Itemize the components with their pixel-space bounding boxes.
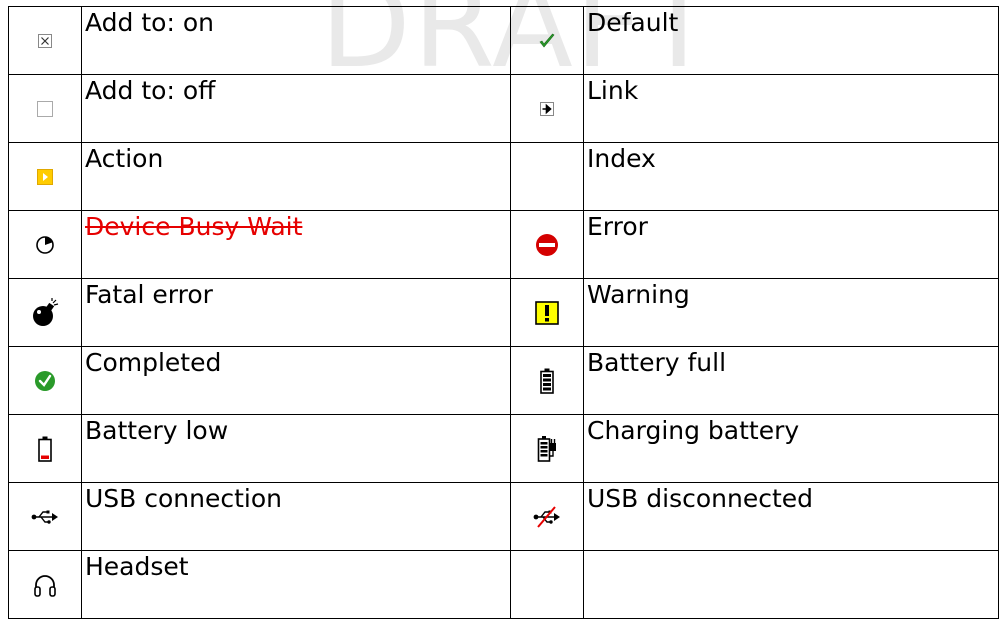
legend-label: Completed bbox=[81, 346, 511, 415]
completed-check-circle-icon bbox=[35, 370, 55, 391]
icon-cell bbox=[8, 550, 82, 619]
legend-label: Fatal error bbox=[81, 278, 511, 347]
error-no-entry-icon bbox=[536, 233, 558, 256]
table-row: Fatal error Warning bbox=[8, 278, 999, 347]
legend-label: Headset bbox=[81, 550, 511, 619]
legend-label: Charging battery bbox=[583, 414, 999, 483]
table-row: Action Index bbox=[8, 142, 999, 211]
legend-label: Warning bbox=[583, 278, 999, 347]
legend-label: Link bbox=[583, 74, 999, 143]
icon-cell bbox=[510, 278, 584, 347]
legend-label: Add to: on bbox=[81, 6, 511, 75]
warning-exclamation-icon bbox=[535, 300, 559, 325]
battery-full-icon bbox=[540, 368, 554, 394]
icon-cell bbox=[510, 210, 584, 279]
legend-label: Add to: off bbox=[81, 74, 511, 143]
bomb-icon bbox=[33, 297, 59, 326]
legend-label: Default bbox=[583, 6, 999, 75]
legend-label: USB disconnected bbox=[583, 482, 999, 551]
checkbox-checked-icon bbox=[38, 33, 52, 48]
icon-cell bbox=[8, 346, 82, 415]
icon-cell bbox=[510, 346, 584, 415]
icon-cell-empty bbox=[510, 550, 584, 619]
headset-icon bbox=[34, 574, 56, 597]
table-row: Add to: on Default bbox=[8, 6, 999, 75]
icon-legend-table: Add to: on Default Add to: off Link Acti… bbox=[8, 6, 999, 619]
table-row: Headset bbox=[8, 550, 999, 619]
icon-cell bbox=[8, 414, 82, 483]
green-check-icon bbox=[539, 33, 555, 47]
icon-cell bbox=[510, 74, 584, 143]
checkbox-empty-icon bbox=[37, 100, 53, 117]
legend-label: Error bbox=[583, 210, 999, 279]
icon-cell bbox=[510, 6, 584, 75]
icon-cell bbox=[8, 278, 82, 347]
link-arrow-icon bbox=[540, 101, 554, 116]
legend-label: Action bbox=[81, 142, 511, 211]
icon-cell bbox=[8, 74, 82, 143]
icon-cell bbox=[510, 482, 584, 551]
legend-label: Battery full bbox=[583, 346, 999, 415]
table-row: Completed Battery full bbox=[8, 346, 999, 415]
icon-cell bbox=[8, 142, 82, 211]
action-arrow-icon bbox=[37, 168, 53, 185]
usb-disconnected-icon bbox=[533, 505, 560, 528]
clock-wait-icon bbox=[36, 235, 54, 254]
charging-battery-icon bbox=[537, 435, 556, 462]
table-row: USB connection USB disconnected bbox=[8, 482, 999, 551]
table-row: Device Busy Wait Error bbox=[8, 210, 999, 279]
table-row: Battery low Charging battery bbox=[8, 414, 999, 483]
icon-cell bbox=[8, 482, 82, 551]
legend-label: Battery low bbox=[81, 414, 511, 483]
legend-label-strikethrough: Device Busy Wait bbox=[81, 210, 511, 279]
legend-label: Index bbox=[583, 142, 999, 211]
strikethrough-text: Device Busy Wait bbox=[85, 212, 303, 241]
icon-cell-empty bbox=[510, 142, 584, 211]
icon-cell bbox=[8, 6, 82, 75]
legend-label: USB connection bbox=[81, 482, 511, 551]
legend-label-empty bbox=[583, 550, 999, 619]
battery-low-icon bbox=[38, 436, 52, 462]
usb-icon bbox=[31, 510, 58, 524]
icon-cell bbox=[510, 414, 584, 483]
icon-cell bbox=[8, 210, 82, 279]
table-row: Add to: off Link bbox=[8, 74, 999, 143]
